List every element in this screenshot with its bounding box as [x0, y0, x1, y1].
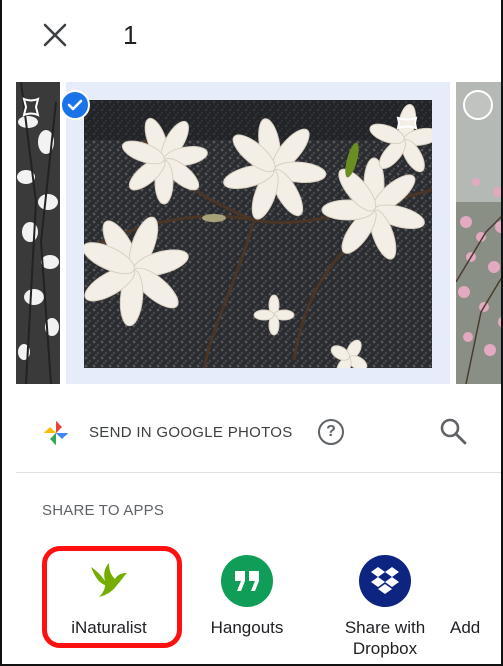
app-share-with-dropbox[interactable]: Share with Dropbox [330, 555, 440, 659]
dropbox-icon [359, 555, 411, 607]
help-icon[interactable]: ? [318, 419, 344, 445]
send-in-google-photos-row[interactable]: SEND IN GOOGLE PHOTOS ? [2, 400, 501, 470]
help-glyph: ? [326, 423, 336, 440]
app-label: Hangouts [210, 618, 284, 637]
search-icon [440, 418, 467, 445]
send-in-google-photos-label: SEND IN GOOGLE PHOTOS [89, 424, 293, 441]
google-photos-pinwheel-icon [42, 419, 70, 452]
photo-thumbnail-left[interactable] [16, 82, 60, 384]
app-add[interactable]: Add [450, 555, 501, 638]
photo-thumbnail-selected[interactable] [66, 82, 450, 384]
magnolia-photo [84, 100, 432, 368]
panorama-icon [396, 115, 418, 136]
highlight-annotation [42, 546, 182, 648]
close-icon [43, 23, 67, 47]
hangouts-quote-icon [221, 555, 273, 607]
selected-check-icon[interactable] [60, 90, 90, 120]
share-sheet: 1 SEND IN GOOGLE PHOTOS ? SHARE TO APPS … [0, 0, 503, 666]
app-label: Share with Dropbox [344, 618, 426, 658]
app-label: Add [450, 618, 481, 637]
photo-thumbnail-right[interactable] [456, 82, 501, 384]
search-button[interactable] [438, 416, 468, 451]
top-bar: 1 [2, 0, 501, 76]
app-hangouts[interactable]: Hangouts [192, 555, 302, 638]
selected-count: 1 [123, 20, 138, 50]
panorama-icon [22, 97, 40, 122]
share-to-apps-heading: SHARE TO APPS [42, 502, 165, 519]
divider [16, 472, 501, 473]
select-circle-icon[interactable] [463, 90, 493, 120]
photo-strip[interactable] [16, 80, 501, 387]
close-button[interactable] [38, 18, 72, 52]
